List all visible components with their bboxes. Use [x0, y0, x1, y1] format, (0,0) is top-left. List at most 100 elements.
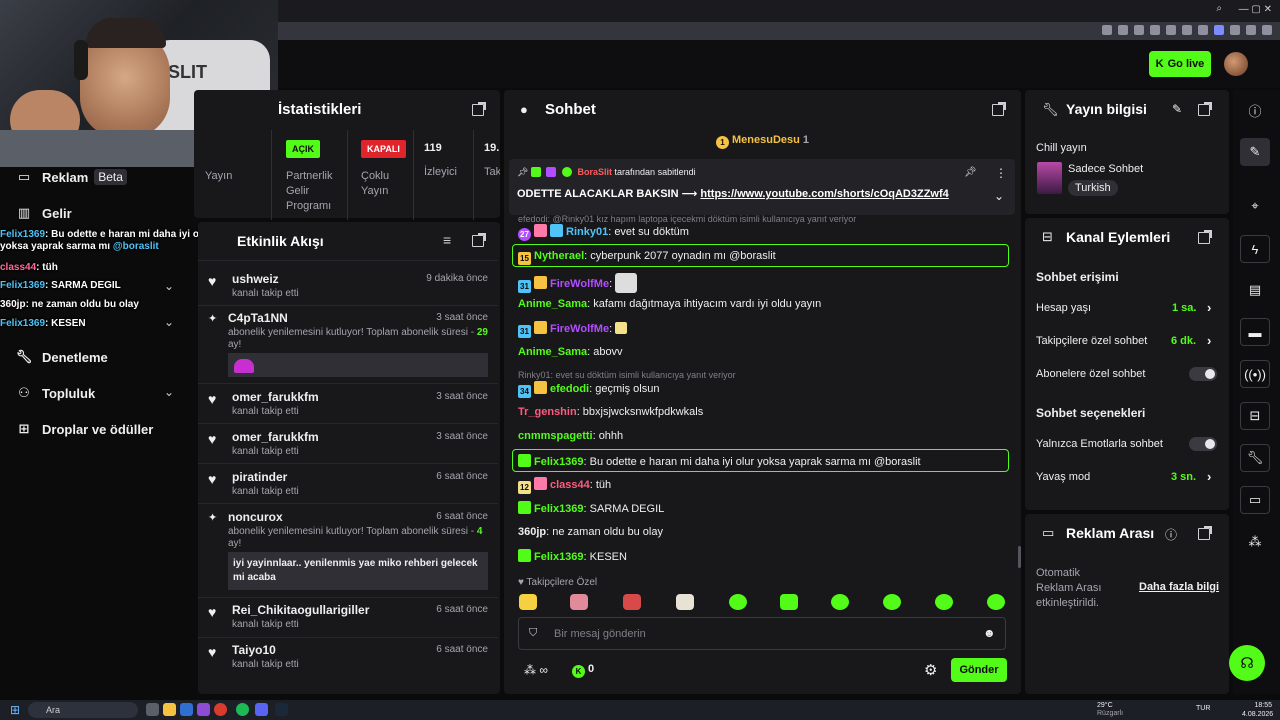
- extension-icon[interactable]: [1182, 25, 1192, 35]
- window-controls[interactable]: — ▢ ✕: [1239, 4, 1272, 15]
- extension-icon[interactable]: [1198, 25, 1208, 35]
- taskview-icon[interactable]: [146, 703, 159, 716]
- settings-icon[interactable]: ⚙: [924, 661, 937, 679]
- wrench-icon: 🔧︎: [15, 349, 33, 364]
- heart-icon: ♥: [208, 391, 217, 407]
- heart-icon: ♥: [208, 273, 217, 289]
- more-icon[interactable]: ⋮: [995, 166, 1007, 180]
- search-icon[interactable]: ⌕: [1216, 3, 1222, 14]
- support-icon[interactable]: ☊: [1229, 645, 1265, 681]
- pinned-link[interactable]: https://www.youtube.com/shorts/cOqAD3ZZw…: [700, 188, 948, 200]
- profile-icon[interactable]: [1214, 25, 1224, 35]
- pin-icon[interactable]: 📌︎: [964, 167, 977, 178]
- subs-only-toggle[interactable]: [1189, 367, 1217, 381]
- emote-icon[interactable]: [729, 594, 747, 610]
- chat-message: cnmmspagetti: ohhh: [518, 430, 624, 442]
- app-icon[interactable]: [197, 703, 210, 716]
- browser-icon[interactable]: [214, 703, 227, 716]
- chat-scrollbar[interactable]: [1018, 546, 1021, 568]
- extension-icon[interactable]: [1166, 25, 1176, 35]
- emote-icon[interactable]: [883, 594, 901, 610]
- popout-icon[interactable]: [472, 233, 486, 247]
- sidebar-item-ads[interactable]: ▭ Reklam Beta: [16, 167, 127, 187]
- taskbar: ⊞ Ara 29°C Rüzgarlı TUR 18:55 4.08.2026: [0, 700, 1280, 720]
- sidebar-item-drops[interactable]: ⊞ Droplar ve ödüller: [16, 419, 154, 439]
- slow-mode-value[interactable]: 3 sn.: [1171, 471, 1196, 483]
- info-icon[interactable]: ⓘ: [1165, 526, 1177, 543]
- popout-icon[interactable]: [992, 102, 1006, 116]
- lightning-icon[interactable]: ϟ: [1240, 235, 1270, 263]
- feed-item: ♥ Taiyo10 6 saat önce kanalı takip etti: [208, 643, 488, 670]
- sidebar-item-community[interactable]: ⚇ Topluluk: [16, 383, 178, 403]
- chat-message: 31 FireWolfMe:: [518, 273, 638, 293]
- clock[interactable]: 18:55 4.08.2026: [1242, 701, 1273, 719]
- emoji-icon[interactable]: ☻: [983, 626, 996, 640]
- broadcast-icon[interactable]: ((•)): [1240, 360, 1270, 388]
- wrench-icon[interactable]: 🔧︎: [1240, 444, 1270, 472]
- focus-icon[interactable]: ⌖: [1240, 192, 1270, 220]
- extension-icon[interactable]: [1246, 25, 1256, 35]
- account-age-value[interactable]: 1 sa.: [1172, 302, 1196, 314]
- weather-widget[interactable]: 29°C Rüzgarlı: [1083, 702, 1123, 718]
- layout-icon[interactable]: ⊟: [1240, 402, 1270, 430]
- feed-title: Etkinlik Akışı: [237, 233, 324, 249]
- extension-icon[interactable]: [1230, 25, 1240, 35]
- go-live-button[interactable]: K Go live: [1149, 51, 1211, 77]
- category-name[interactable]: Sadece Sohbet: [1068, 163, 1143, 175]
- emote-icon[interactable]: [519, 594, 537, 610]
- extension-icon[interactable]: [1134, 25, 1144, 35]
- emote-icon[interactable]: [987, 594, 1005, 610]
- app-icon[interactable]: [180, 703, 193, 716]
- edit-icon[interactable]: ✎: [1172, 102, 1182, 116]
- extension-icon[interactable]: [1118, 25, 1128, 35]
- edit-icon[interactable]: ✎: [1240, 138, 1270, 166]
- stat-stream: Yayın: [194, 130, 272, 220]
- apps-icon[interactable]: ⁂: [1240, 528, 1270, 556]
- folder-icon[interactable]: [163, 703, 176, 716]
- taskbar-search[interactable]: Ara: [28, 702, 138, 718]
- emote-icon[interactable]: [623, 594, 641, 610]
- emote-icon[interactable]: [935, 594, 953, 610]
- chevron-down-icon[interactable]: ⌄: [994, 189, 1004, 203]
- points-icon[interactable]: ⁂ ∞: [524, 663, 548, 677]
- discord-icon[interactable]: [255, 703, 268, 716]
- language-indicator[interactable]: TUR: [1196, 705, 1210, 712]
- chevron-right-icon[interactable]: ›: [1207, 300, 1211, 315]
- steam-icon[interactable]: [275, 703, 288, 716]
- popout-icon[interactable]: [1198, 230, 1212, 244]
- category-thumbnail[interactable]: [1037, 162, 1062, 194]
- sidebar-item-moderation[interactable]: 🔧︎ Denetleme: [16, 347, 108, 367]
- heart-icon: ♥: [208, 471, 217, 487]
- learn-more-link[interactable]: Daha fazla bilgi: [1139, 581, 1219, 593]
- top-gifter[interactable]: 1 MenesuDesu 1: [716, 134, 809, 149]
- emote-icon[interactable]: [676, 594, 694, 610]
- menu-icon[interactable]: [1262, 25, 1272, 35]
- filter-icon[interactable]: ≡: [443, 232, 451, 248]
- clipboard-icon[interactable]: ▤: [1240, 276, 1270, 304]
- chat-icon[interactable]: ▬: [1240, 318, 1270, 346]
- send-button[interactable]: Gönder: [951, 658, 1007, 682]
- extension-icon[interactable]: [1150, 25, 1160, 35]
- info-icon[interactable]: ⓘ: [1240, 96, 1270, 124]
- gift-emote-box: [228, 353, 488, 377]
- chevron-right-icon[interactable]: ›: [1207, 333, 1211, 348]
- popout-icon[interactable]: [1198, 102, 1212, 116]
- feed-item: ♥ Rei_Chikitaogullarigiller 6 saat önce …: [208, 603, 488, 630]
- emote-only-toggle[interactable]: [1189, 437, 1217, 451]
- browser-url-bar[interactable]: [278, 22, 1280, 40]
- kick-points[interactable]: K0: [572, 663, 594, 678]
- followers-only-value[interactable]: 6 dk.: [1171, 335, 1196, 347]
- emote-icon[interactable]: [780, 594, 798, 610]
- windows-start-icon[interactable]: ⊞: [10, 703, 20, 717]
- chevron-right-icon[interactable]: ›: [1207, 469, 1211, 484]
- sidebar-item-revenue[interactable]: ▥ Gelir: [16, 203, 72, 223]
- popout-icon[interactable]: [1198, 526, 1212, 540]
- popout-icon[interactable]: [472, 102, 486, 116]
- emote-icon[interactable]: [570, 594, 588, 610]
- user-avatar[interactable]: [1224, 52, 1248, 76]
- spotify-icon[interactable]: [236, 703, 249, 716]
- extension-icon[interactable]: [1102, 25, 1112, 35]
- emote-icon[interactable]: [831, 594, 849, 610]
- window-icon[interactable]: ▭: [1240, 486, 1270, 514]
- chat-input[interactable]: ⛉ Bir mesaj gönderin ☻: [518, 617, 1006, 650]
